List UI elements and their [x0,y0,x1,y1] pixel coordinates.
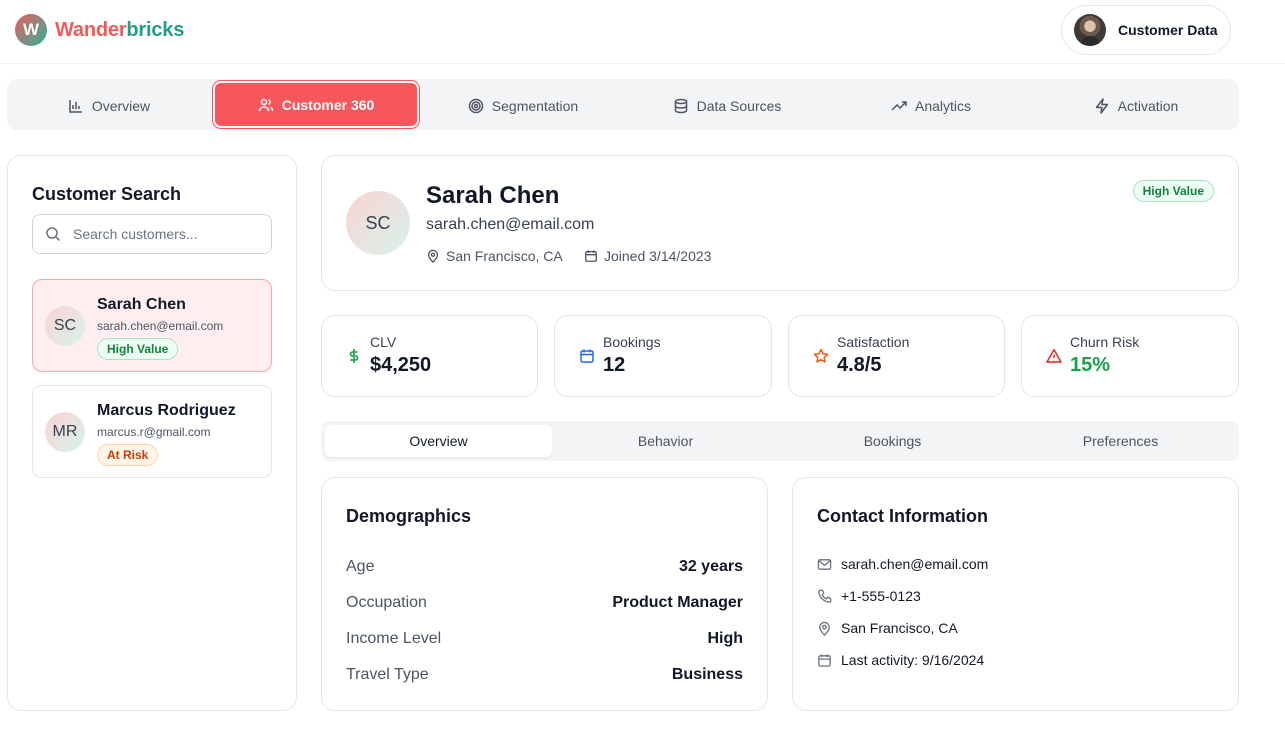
demographic-value: High [707,630,743,647]
stat-card-clv: CLV $4,250 [321,315,538,397]
customer-name: Marcus Rodriguez [97,402,236,419]
mail-icon [817,558,832,570]
customer-email: marcus.r@gmail.com [97,425,211,439]
search-input[interactable] [73,226,263,242]
stat-label: Bookings [603,334,661,350]
brand-name: Wanderbricks [55,19,184,42]
dollar-icon [349,349,359,363]
customer-profile-card: SC Sarah Chen sarah.chen@email.com San F… [321,155,1239,291]
customer-search-panel: Customer Search SC Sarah Chen sarah.chen… [7,155,297,711]
location-text: San Francisco, CA [446,248,563,264]
customer-list-item[interactable]: MR Marcus Rodriguez marcus.r@gmail.com A… [32,385,272,478]
value-badge: High Value [1132,180,1214,202]
search-icon [46,227,61,242]
contact-text: +1-555-0123 [841,588,921,604]
map-pin-icon [427,249,439,263]
user-menu-label: Customer Data [1118,22,1218,38]
demographic-label: Income Level [346,630,442,647]
card-title: Demographics [346,506,472,526]
stat-value: 4.8/5 [837,354,882,376]
contact-text: Last activity: 9/16/2024 [841,652,985,668]
stat-card-satisfaction: Satisfaction 4.8/5 [788,315,1005,397]
tab-label: Overview [91,97,151,114]
stat-value: 15% [1070,354,1111,376]
contact-last-activity: Last activity: 9/16/2024 [817,652,984,668]
calendar-icon [818,653,831,667]
contact-text: San Francisco, CA [841,620,958,636]
map-pin-icon [819,621,830,636]
customer-email: sarah.chen@email.com [97,319,224,333]
demographic-value: Business [671,666,743,683]
tab-label: Data Sources [696,97,782,114]
bar-chart-icon [69,99,82,113]
stat-value: $4,250 [370,354,432,376]
tab-customer-360[interactable]: Customer 360 [215,83,417,126]
profile-location: San Francisco, CA [426,248,563,264]
stat-label: Satisfaction [837,334,910,350]
subtab-behavior[interactable]: Behavior [552,425,779,457]
phone-icon [818,589,832,603]
customer-avatar: MR [45,412,85,452]
stat-card-bookings: Bookings 12 [554,315,772,397]
profile-email: sarah.chen@email.com [426,216,595,233]
stat-card-churn-risk: Churn Risk 15% [1021,315,1239,397]
status-badge: High Value [97,338,179,360]
customer-avatar: SC [45,306,85,346]
user-avatar [1074,14,1106,46]
demographic-value: 32 years [678,558,743,575]
tab-analytics[interactable]: Analytics [833,83,1029,128]
profile-name: Sarah Chen [426,182,560,209]
demographic-label: Age [346,558,375,575]
joined-text: Joined 3/14/2023 [604,248,712,264]
trending-up-icon [891,100,907,111]
demographic-value: Product Manager [612,594,743,611]
tab-label: Activation [1117,97,1179,114]
star-icon [813,348,829,363]
stat-value: 12 [603,354,626,376]
contact-email: sarah.chen@email.com [817,556,988,572]
contact-information-card: Contact Information sarah.chen@email.com… [792,477,1239,711]
tab-activation[interactable]: Activation [1037,83,1235,128]
brand-logo[interactable]: W Wanderbricks [15,14,184,46]
users-icon [258,98,273,111]
tab-segmentation[interactable]: Segmentation [425,83,621,128]
demographics-card: Demographics Age 32 years Occupation Pro… [321,477,768,711]
tab-label: Segmentation [491,97,579,114]
main-nav: Overview Customer 360 Segmentation Data … [7,79,1239,130]
calendar-icon [580,349,594,363]
database-icon [674,98,687,113]
tab-label: Customer 360 [281,96,375,113]
status-badge: At Risk [97,444,159,466]
contact-text: sarah.chen@email.com [841,556,989,572]
demographic-label: Travel Type [346,666,429,683]
calendar-icon [585,250,597,262]
stat-label: CLV [370,334,397,350]
subtab-preferences[interactable]: Preferences [1007,425,1234,457]
demographic-label: Occupation [346,594,427,611]
profile-joined: Joined 3/14/2023 [584,248,711,264]
stat-label: Churn Risk [1070,334,1140,350]
subtab-bookings[interactable]: Bookings [779,425,1006,457]
brand-name-part1: Wander [55,18,127,41]
brand-name-part2: bricks [126,18,185,41]
contact-location: San Francisco, CA [817,620,958,636]
contact-phone: +1-555-0123 [817,588,921,604]
tab-data-sources[interactable]: Data Sources [629,83,825,128]
logo-icon: W [15,14,47,46]
search-box [32,214,272,254]
customer-name: Sarah Chen [97,296,186,313]
panel-title: Customer Search [32,184,182,204]
subtab-overview[interactable]: Overview [325,425,552,457]
alert-triangle-icon [1046,349,1062,363]
customer-list-item[interactable]: SC Sarah Chen sarah.chen@email.com High … [32,279,272,372]
lightning-icon [1095,97,1108,114]
tab-overview[interactable]: Overview [11,83,207,128]
app-header: W Wanderbricks Customer Data [0,0,1285,64]
user-menu-button[interactable]: Customer Data [1061,5,1231,55]
profile-avatar: SC [346,191,410,255]
card-title: Contact Information [817,506,988,526]
tab-label: Analytics [914,97,972,114]
target-icon [468,98,484,113]
profile-subtabs: Overview Behavior Bookings Preferences [321,421,1239,461]
